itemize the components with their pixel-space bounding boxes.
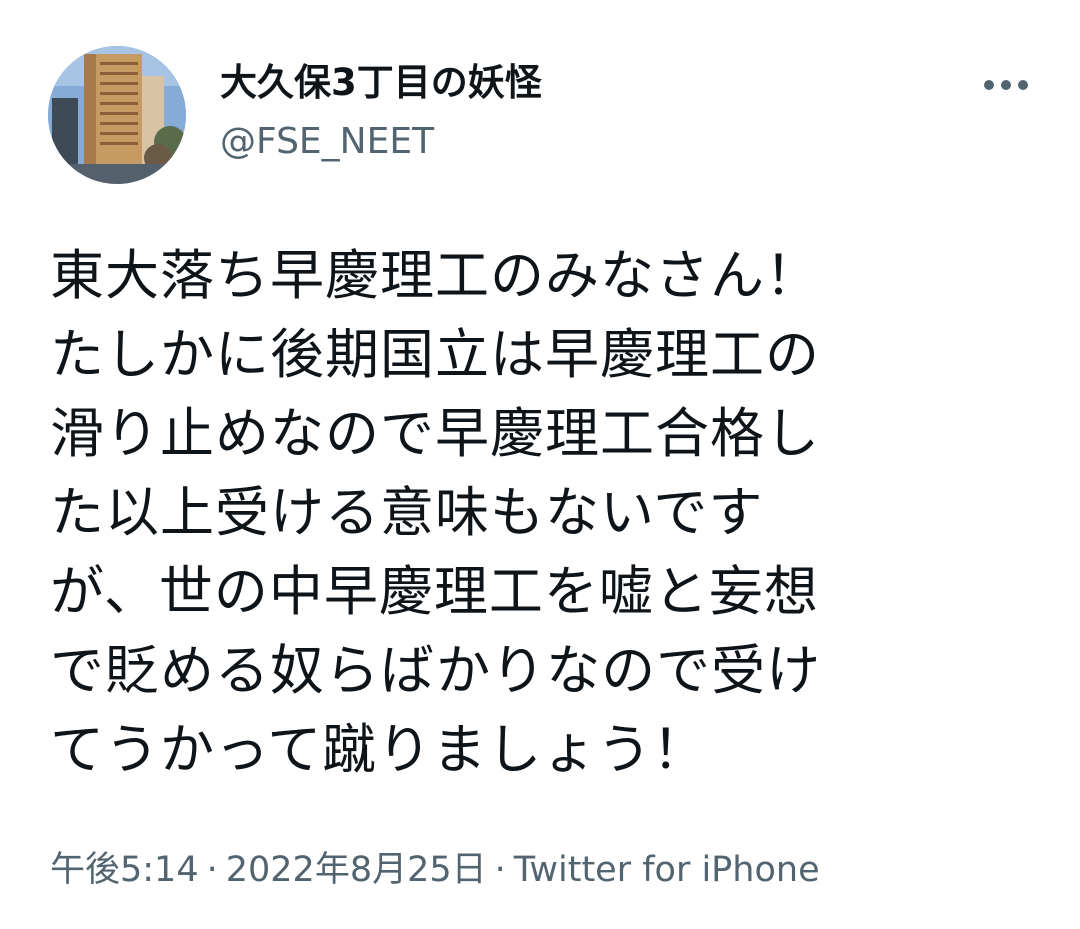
tweet-line: たしかに後期国立は早慶理工の xyxy=(50,323,820,386)
tweet-source[interactable]: Twitter for iPhone xyxy=(514,850,820,890)
tweet-time[interactable]: 午後5:14 xyxy=(50,850,199,890)
more-button[interactable] xyxy=(972,60,1040,110)
tweet-line: が、世の中早慶理工を嘘と妄想 xyxy=(50,560,819,623)
tweet-line: てうかって蹴りましょう！ xyxy=(50,718,708,781)
meta-separator: · xyxy=(206,850,218,890)
building-photo-avatar-icon xyxy=(48,46,186,184)
tweet-text: 東大落ち早慶理工のみなさん！ たしかに後期国立は早慶理工の 滑り止めなので早慶理… xyxy=(50,236,1010,789)
avatar[interactable] xyxy=(48,46,186,184)
tweet-line: た以上受ける意味もないです xyxy=(50,481,764,544)
tweet-date[interactable]: 2022年8月25日 xyxy=(226,850,487,890)
tweet-line: 滑り止めなので早慶理工合格し xyxy=(50,402,820,465)
tweet-meta: 午後5:14 · 2022年8月25日 · Twitter for iPhone xyxy=(50,842,820,898)
more-horizontal-icon xyxy=(984,80,1028,90)
tweet-line: で貶める奴らばかりなので受け xyxy=(50,639,822,702)
tweet-line: 東大落ち早慶理工のみなさん！ xyxy=(50,244,820,307)
meta-separator: · xyxy=(494,850,506,890)
user-handle[interactable]: @FSE_NEET xyxy=(220,116,434,168)
display-name[interactable]: 大久保3丁目の妖怪 xyxy=(220,56,542,110)
